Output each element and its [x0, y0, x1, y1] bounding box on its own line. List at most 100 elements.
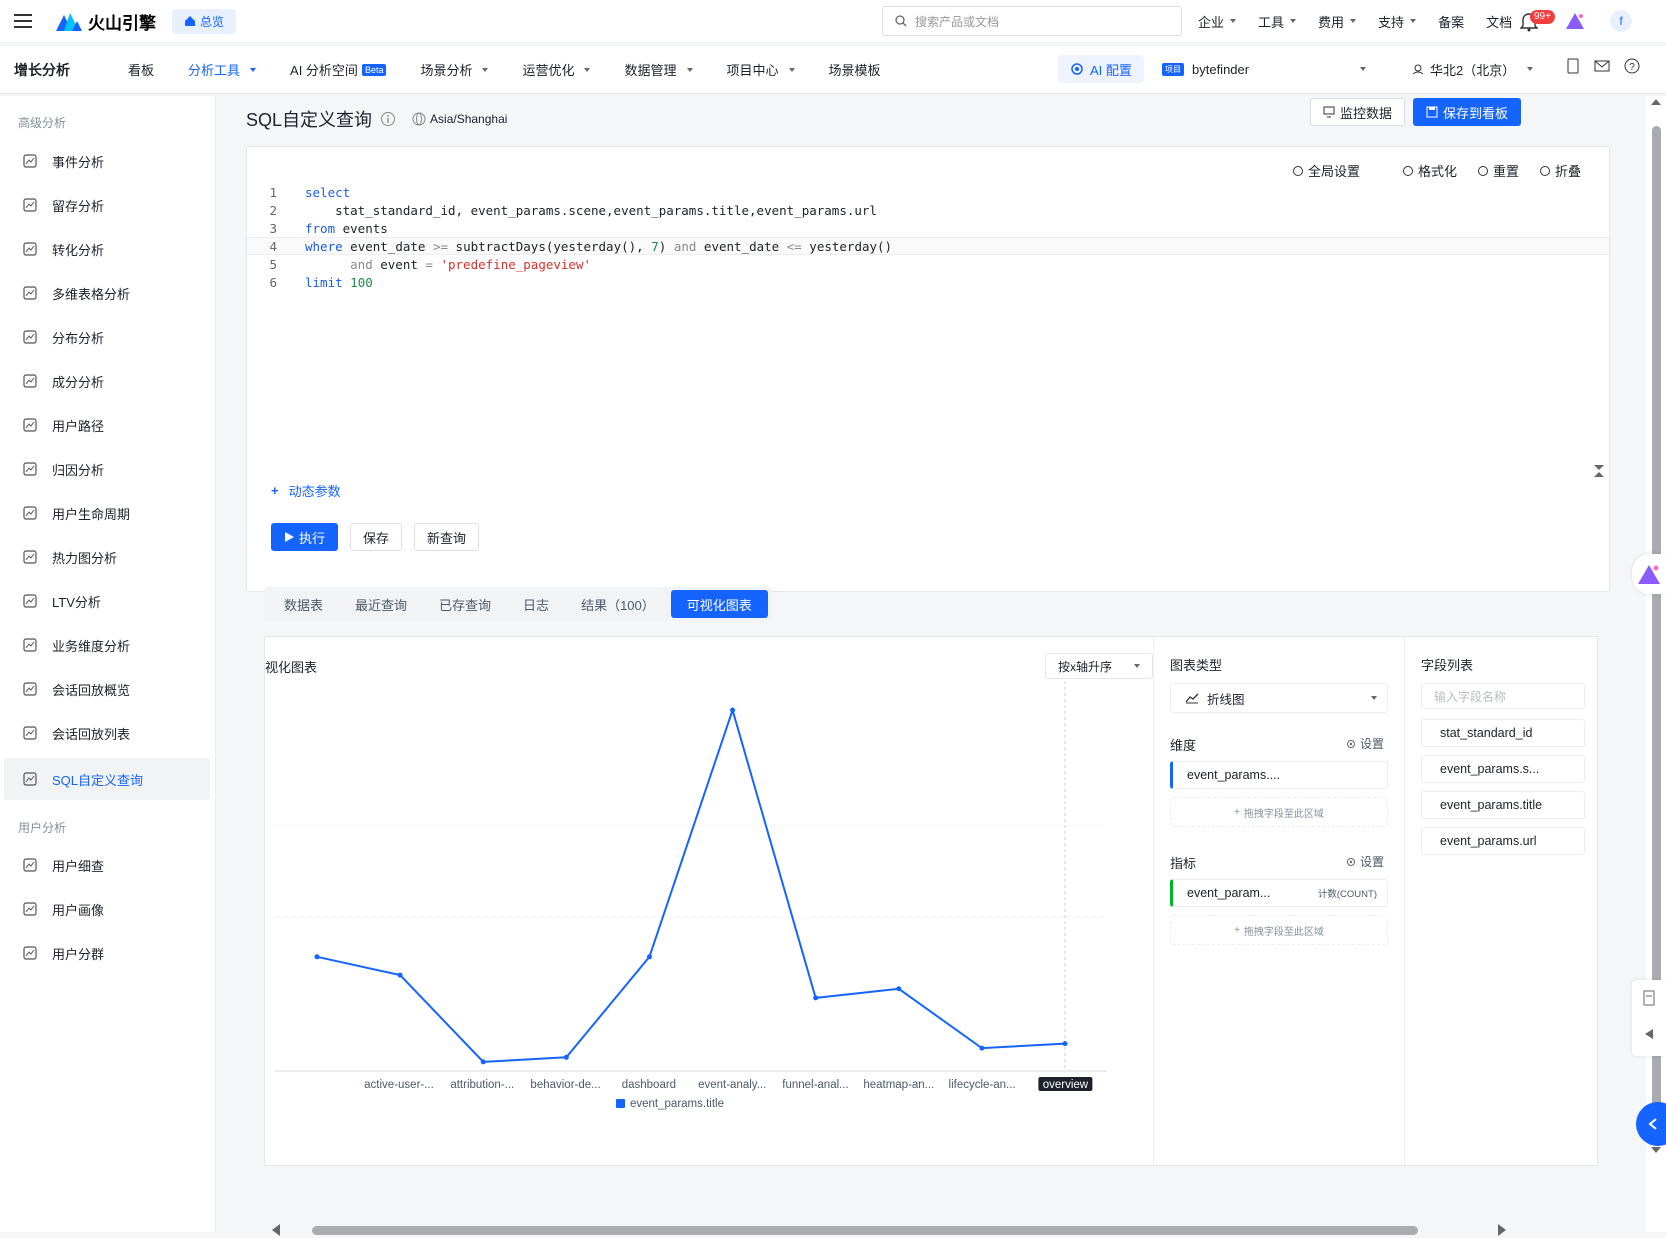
editor-tool-button[interactable]: 重置 — [1477, 161, 1519, 180]
pie-icon — [23, 374, 37, 388]
menu-icon[interactable] — [14, 14, 32, 28]
product-nav-item[interactable]: 运营优化 — [522, 60, 591, 79]
sidebar-item-label: 用户路径 — [52, 418, 105, 434]
product-nav-item[interactable]: AI 分析空间 Beta — [290, 60, 387, 79]
user-profile-icon — [23, 902, 37, 916]
top-nav-item[interactable]: 备案 — [1438, 12, 1464, 31]
sidebar-item[interactable]: 会话回放列表 — [4, 712, 210, 754]
sidebar-item[interactable]: 用户画像 — [4, 888, 210, 930]
scroll-up-icon[interactable] — [1650, 98, 1662, 106]
editor-tool-button[interactable]: 全局设置 — [1292, 161, 1360, 180]
scroll-down-icon[interactable] — [1650, 1146, 1662, 1154]
field-list-item[interactable]: event_params.title — [1421, 791, 1585, 819]
code-token: event_date — [342, 238, 433, 254]
sidebar-item[interactable]: 成分分析 — [4, 360, 210, 402]
result-tab[interactable]: 最近查询 — [339, 590, 423, 618]
result-tab[interactable]: 已存查询 — [423, 590, 507, 618]
monitor-data-button[interactable]: 监控数据 — [1310, 98, 1406, 126]
sidebar-item[interactable]: 会话回放概览 — [4, 668, 210, 710]
home-tab[interactable]: 总览 — [172, 8, 237, 34]
dimension-drop-zone[interactable]: + 拖拽字段至此区域 — [1170, 797, 1388, 827]
product-nav-item[interactable]: 项目中心 — [727, 60, 795, 79]
sort-select[interactable]: 按x轴升序 — [1045, 653, 1153, 679]
global-search-input[interactable]: 搜索产品或文档 — [882, 6, 1182, 36]
ai-float-button[interactable] — [1632, 554, 1666, 594]
metric-chip[interactable]: event_param... 计数(COUNT) — [1170, 879, 1388, 907]
sidebar-item[interactable]: 转化分析 — [4, 228, 210, 270]
scrollbar-thumb[interactable] — [312, 1226, 1418, 1235]
sidebar-item[interactable]: LTV分析 — [4, 580, 210, 622]
ai-config-button[interactable]: AI 配置 — [1058, 55, 1144, 83]
sidebar-item[interactable]: 多维表格分析 — [4, 272, 210, 314]
sidebar-item[interactable]: 热力图分析 — [4, 536, 210, 578]
result-tab[interactable]: 日志 — [507, 590, 565, 618]
mail-icon[interactable] — [1594, 58, 1610, 74]
run-button[interactable]: 执行 — [271, 523, 339, 551]
top-nav-item[interactable]: 文档 — [1486, 12, 1512, 31]
top-nav-item[interactable]: 支持 — [1378, 12, 1404, 31]
new-query-button[interactable]: 新查询 — [414, 523, 480, 551]
scroll-left-icon[interactable] — [270, 1223, 282, 1237]
result-tab[interactable]: 结果（100） — [565, 590, 671, 618]
project-select[interactable]: 项目 bytefinder — [1150, 55, 1378, 83]
document-icon[interactable] — [1642, 990, 1656, 1006]
product-nav-item[interactable]: 分析工具 — [188, 60, 257, 79]
sidebar-item-label: 会话回放概览 — [52, 682, 131, 698]
chart-type-select[interactable]: 折线图 — [1170, 683, 1388, 713]
code-token: events — [335, 220, 388, 236]
code-line: 5 and event = 'predefine_pageview' — [247, 255, 1609, 273]
top-nav-item[interactable]: 费用 — [1318, 12, 1344, 31]
dynamic-params-button[interactable]: + 动态参数 — [271, 481, 341, 500]
avatar[interactable]: f — [1610, 10, 1632, 32]
sql-code-editor[interactable]: 1 select 2 stat_standard_id, event_params.… — [247, 183, 1609, 291]
product-nav-item[interactable]: 看板 — [128, 60, 154, 79]
line-number: 6 — [269, 274, 277, 290]
sidebar-item[interactable]: 留存分析 — [4, 184, 210, 226]
result-tab[interactable]: 数据表 — [268, 590, 339, 618]
info-icon[interactable] — [380, 111, 396, 127]
field-list-item[interactable]: stat_standard_id — [1421, 719, 1585, 747]
page-scrollbar[interactable] — [1646, 96, 1666, 1232]
metric-settings[interactable]: 设置 — [1346, 853, 1384, 870]
help-icon[interactable]: ? — [1624, 58, 1640, 74]
product-nav-item[interactable]: 场景分析 — [420, 60, 489, 79]
region-select[interactable]: 华北2（北京） — [1400, 55, 1534, 83]
result-tab[interactable]: 可视化图表 — [670, 590, 768, 618]
data-point — [563, 1054, 569, 1060]
sidebar-item[interactable]: 归因分析 — [4, 448, 210, 490]
sidebar-item[interactable]: 用户分群 — [4, 932, 210, 974]
sidebar-item[interactable]: 事件分析 — [4, 140, 210, 182]
scroll-right-icon[interactable] — [1496, 1223, 1508, 1237]
sidebar-item[interactable]: 用户路径 — [4, 404, 210, 446]
editor-tool-button[interactable]: 折叠 — [1539, 161, 1581, 180]
line-chart[interactable]: active-user-... attribution-... behavior-d… — [265, 681, 1145, 1161]
field-list-item[interactable]: event_params.url — [1421, 827, 1585, 855]
top-nav-item[interactable]: 企业 — [1198, 12, 1224, 31]
brand-logo[interactable]: 火山引擎 — [56, 9, 156, 34]
mobile-icon[interactable] — [1566, 58, 1580, 74]
sidebar-item[interactable]: 用户细查 — [4, 844, 210, 886]
editor-tool-button[interactable]: 格式化 — [1402, 161, 1457, 180]
field-list-item[interactable]: event_params.s... — [1421, 755, 1585, 783]
dimension-chip[interactable]: event_params.... — [1170, 761, 1388, 789]
ai-assistant-icon[interactable] — [1566, 13, 1584, 29]
save-query-button[interactable]: 保存 — [350, 523, 403, 551]
data-point — [397, 972, 403, 978]
metric-drop-zone[interactable]: + 拖拽字段至此区域 — [1170, 915, 1388, 945]
resize-handle-icon[interactable] — [1593, 463, 1605, 479]
save-to-dashboard-button[interactable]: 保存到看板 — [1413, 98, 1522, 126]
dimension-settings[interactable]: 设置 — [1346, 735, 1384, 752]
sidebar-item[interactable]: SQL自定义查询 — [4, 758, 210, 800]
visualization-panel: 视化图表 按x轴升序 active-user-... attribution-..… — [264, 636, 1598, 1167]
field-search-input[interactable]: 输入字段名称 — [1421, 683, 1585, 709]
sidebar-item[interactable]: 用户生命周期 — [4, 492, 210, 534]
timezone[interactable]: Asia/Shanghai — [412, 112, 507, 126]
horizontal-scrollbar[interactable] — [264, 1222, 1598, 1238]
product-nav-item[interactable]: 场景模板 — [829, 60, 881, 79]
collapse-left-icon[interactable] — [1644, 1028, 1654, 1040]
sidebar-item[interactable]: 分布分析 — [4, 316, 210, 358]
sidebar-item[interactable]: 业务维度分析 — [4, 624, 210, 666]
top-nav-item[interactable]: 工具 — [1258, 12, 1284, 31]
product-nav-item[interactable]: 数据管理 — [624, 60, 693, 79]
home-icon — [185, 16, 195, 26]
